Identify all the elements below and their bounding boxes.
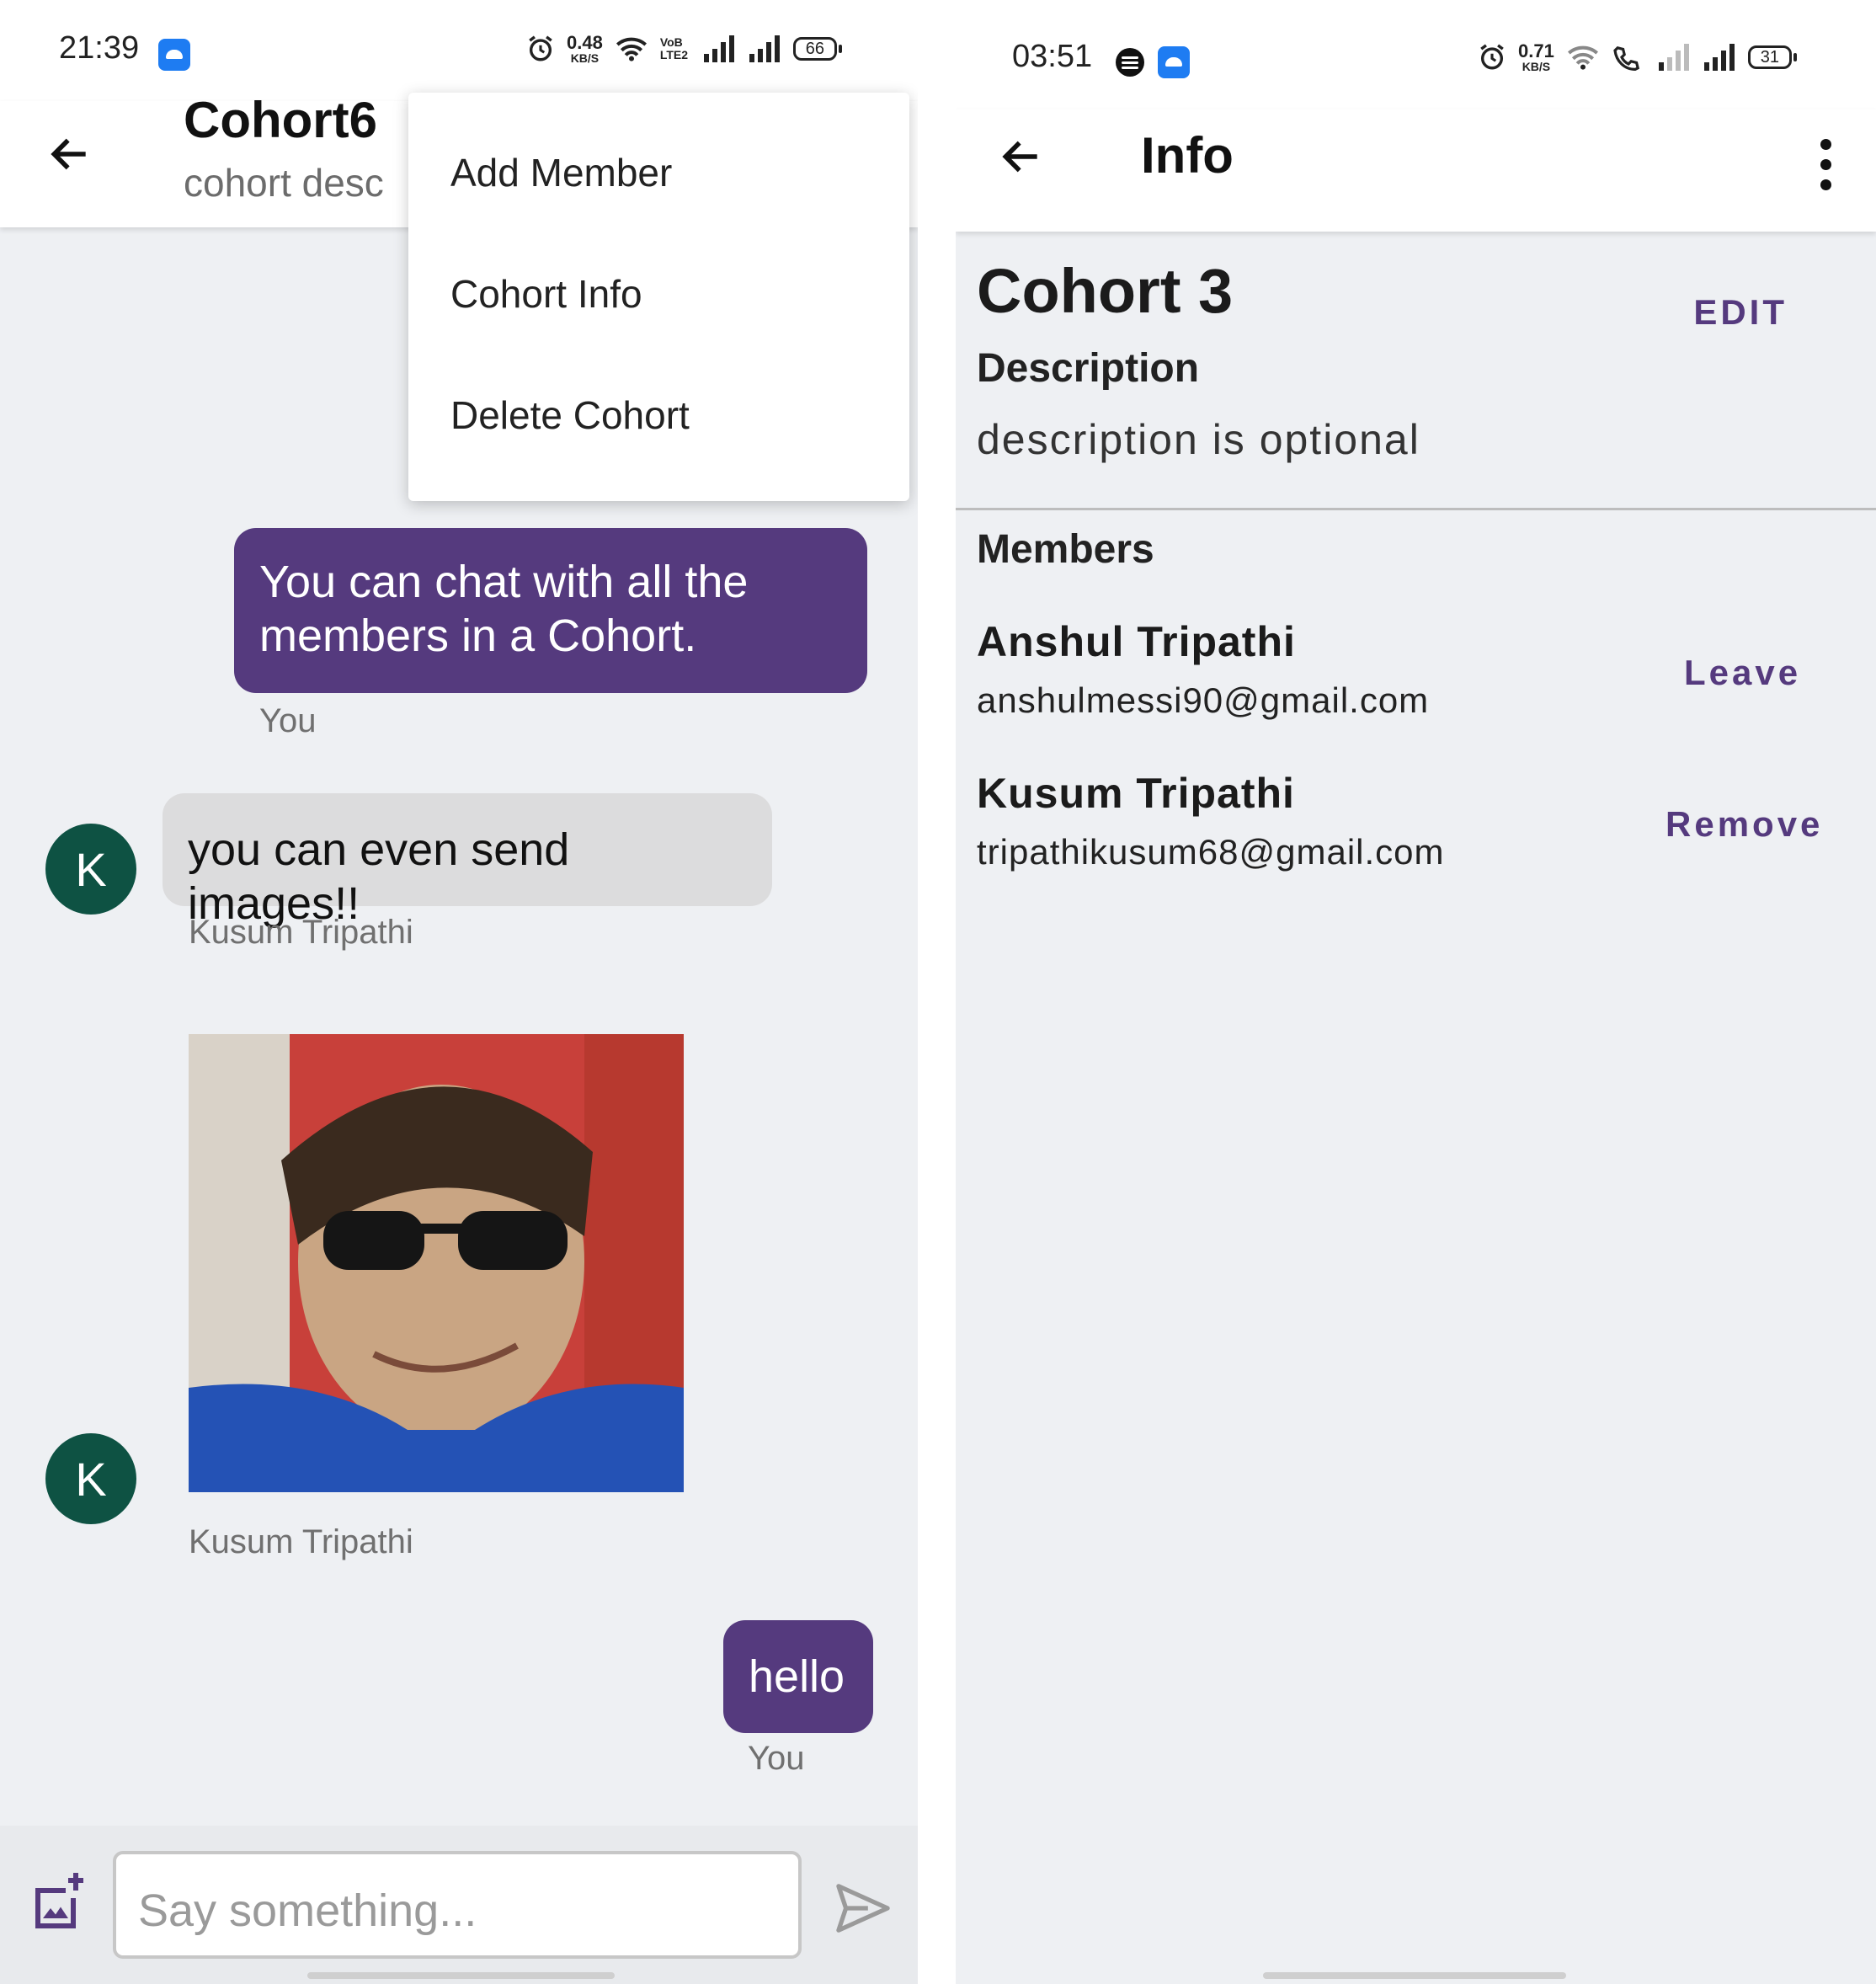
more-options-icon[interactable] xyxy=(1817,139,1834,190)
message-input[interactable]: Say something... xyxy=(113,1851,802,1959)
status-icons: 0.71 KB/S 31 xyxy=(1478,40,1797,73)
member-email: tripathikusum68@gmail.com xyxy=(977,832,1445,872)
overflow-menu: Add Member Cohort Info Delete Cohort xyxy=(408,93,909,501)
home-indicator xyxy=(307,1972,615,1979)
send-icon[interactable] xyxy=(834,1881,893,1935)
leave-button[interactable]: Leave xyxy=(1684,653,1801,693)
signal-icon-2 xyxy=(749,35,780,62)
add-photo-icon[interactable] xyxy=(25,1873,86,1933)
wifi-icon xyxy=(616,37,647,61)
status-time: 03:51 xyxy=(1012,39,1093,74)
shared-photo[interactable] xyxy=(189,1034,684,1492)
info-app-bar: Info xyxy=(956,109,1876,232)
cohort-title: Cohort6 xyxy=(184,92,377,148)
menu-item-delete-cohort[interactable]: Delete Cohort xyxy=(450,392,690,438)
volte-icon: VoB LTE2 xyxy=(659,35,689,61)
avatar: K xyxy=(45,824,136,915)
edit-button[interactable]: EDIT xyxy=(1693,292,1788,333)
spotify-icon xyxy=(1116,48,1144,77)
message-sender: Kusum Tripathi xyxy=(189,1523,413,1560)
photo-image xyxy=(189,1034,684,1492)
back-arrow-icon[interactable] xyxy=(998,133,1045,180)
wifi-icon xyxy=(1567,45,1598,70)
chat-screen: 21:39 0.48 KB/S VoB LTE2 66 Cohort6 cohor… xyxy=(0,0,918,1984)
signal-icon xyxy=(703,35,734,62)
remove-button[interactable]: Remove xyxy=(1665,804,1823,845)
message-sender: Kusum Tripathi xyxy=(189,914,413,951)
cohort-details: Cohort 3 EDIT Description description is… xyxy=(956,232,1876,510)
battery-icon: 66 xyxy=(792,37,842,61)
message-bubble: you can even send images!! xyxy=(163,793,772,929)
message-bubble: You can chat with all the members in a C… xyxy=(234,528,867,693)
message-composer: Say something... xyxy=(0,1826,918,1984)
cohort-name: Cohort 3 xyxy=(977,256,1234,326)
members-label: Members xyxy=(977,527,1154,572)
page-title: Info xyxy=(1141,127,1234,184)
network-speed: 0.71 KB/S xyxy=(1518,40,1554,73)
menu-item-add-member[interactable]: Add Member xyxy=(450,150,672,195)
status-time: 21:39 xyxy=(59,30,140,66)
app-notification-icon xyxy=(158,39,190,71)
wifi-calling-icon xyxy=(1613,46,1639,71)
description-label: Description xyxy=(977,346,1200,391)
battery-icon: 31 xyxy=(1747,45,1797,69)
signal-icon-2 xyxy=(1703,44,1735,71)
status-bar: 03:51 0.71 KB/S 31 xyxy=(956,0,1876,109)
cohort-info-screen: 03:51 0.71 KB/S 31 Info Cohort 3 EDIT Des… xyxy=(956,0,1876,1984)
alarm-icon xyxy=(529,35,552,61)
member-email: anshulmessi90@gmail.com xyxy=(977,680,1430,720)
alarm-icon xyxy=(1480,44,1504,70)
status-bar: 21:39 0.48 KB/S VoB LTE2 66 xyxy=(0,0,918,101)
message-bubble: hello xyxy=(723,1620,873,1733)
signal-icon xyxy=(1658,44,1689,71)
back-arrow-icon[interactable] xyxy=(46,131,93,178)
home-indicator xyxy=(1263,1972,1566,1979)
cohort-subtitle: cohort desc xyxy=(184,161,384,205)
message-sender: You xyxy=(748,1740,805,1777)
menu-item-cohort-info[interactable]: Cohort Info xyxy=(450,271,642,317)
avatar: K xyxy=(45,1433,136,1524)
description-text: description is optional xyxy=(977,416,1420,463)
message-sender: You xyxy=(259,702,317,739)
status-icons: 0.48 KB/S VoB LTE2 66 xyxy=(526,32,842,65)
app-notification-icon xyxy=(1158,46,1190,78)
member-name: Anshul Tripathi xyxy=(977,618,1296,665)
network-speed: 0.48 KB/S xyxy=(567,32,603,65)
member-name: Kusum Tripathi xyxy=(977,770,1295,817)
